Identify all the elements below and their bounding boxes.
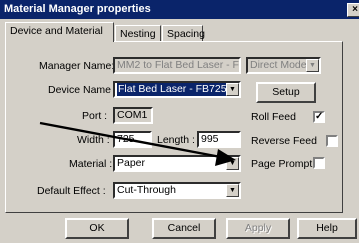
cancel-button[interactable]: Cancel [152, 218, 216, 239]
tab-device-and-material[interactable]: Device and Material [5, 22, 114, 42]
apply-button: Apply [226, 218, 290, 239]
help-button[interactable]: Help [297, 218, 357, 239]
ok-button[interactable]: OK [65, 218, 129, 239]
tab-label: Device and Material [10, 25, 103, 37]
